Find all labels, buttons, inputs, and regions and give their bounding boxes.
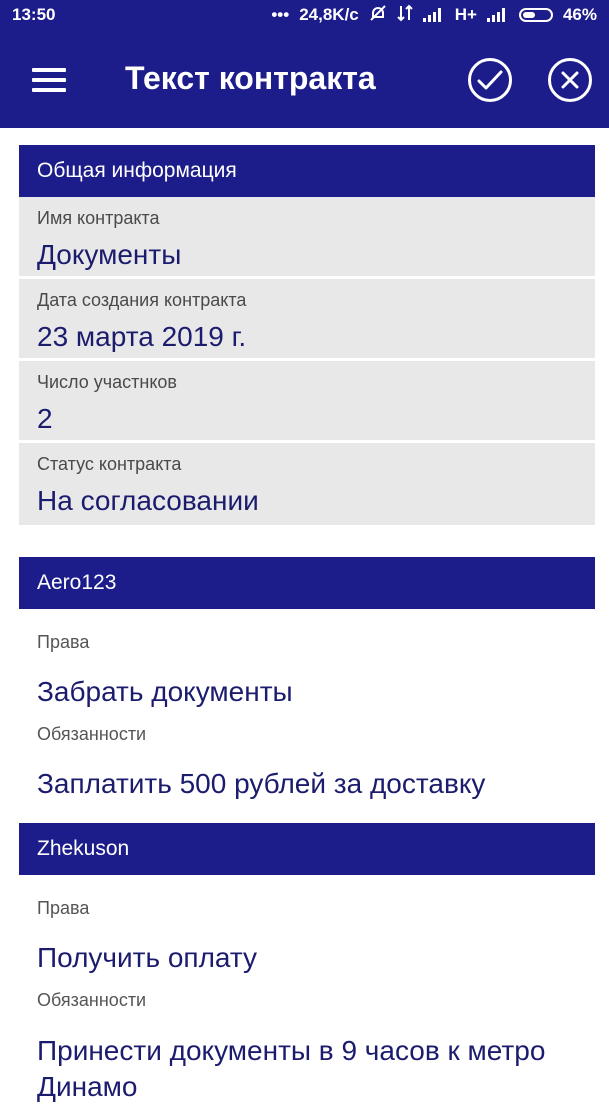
field-label: Дата создания контракта <box>37 290 247 310</box>
status-bar: 13:50 ••• 24,8K/c H+ 46% <box>0 0 609 30</box>
general-info-box: Имя контракта Документы Дата создания ко… <box>19 197 595 525</box>
field-label: Статус контракта <box>37 454 182 474</box>
duties-value: Заплатить 500 рублей за доставку <box>37 768 486 799</box>
network-speed: 24,8K/c <box>299 5 359 24</box>
rights-label: Права <box>37 898 90 918</box>
app-bar: Текст контракта <box>0 30 609 128</box>
section-general-header: Общая информация <box>19 145 595 197</box>
check-icon <box>477 70 503 90</box>
field-contract-status: Статус контракта На согласовании <box>19 443 595 525</box>
rights-value: Получить оплату <box>37 942 258 973</box>
field-creation-date: Дата создания контракта 23 марта 2019 г. <box>19 279 595 361</box>
signal-icon <box>486 6 509 25</box>
party-details: Права Забрать документы Обязанности Запл… <box>19 609 595 801</box>
field-value: Документы <box>37 239 182 270</box>
field-participants-count: Число участнков 2 <box>19 361 595 443</box>
status-icons: ••• 24,8K/c H+ 46% <box>271 4 597 27</box>
rights-label: Права <box>37 632 90 652</box>
battery-percent: 46% <box>562 5 597 24</box>
field-label: Число участнков <box>37 372 177 392</box>
battery-icon <box>518 8 553 22</box>
duties-label: Обязанности <box>37 990 147 1010</box>
network-type: H+ <box>454 5 477 24</box>
rights-value: Забрать документы <box>37 676 293 707</box>
signal-icon <box>422 6 445 25</box>
field-contract-name: Имя контракта Документы <box>19 197 595 279</box>
data-transfer-icon <box>397 4 413 27</box>
party-header: Aero123 <box>19 557 595 609</box>
field-value: 23 марта 2019 г. <box>37 321 247 352</box>
menu-icon[interactable] <box>32 68 66 92</box>
close-icon <box>561 71 579 89</box>
status-time: 13:50 <box>12 5 56 24</box>
alarm-off-icon <box>369 4 387 27</box>
duties-value: Принести документы в 9 часов к метро Дин… <box>37 1035 546 1102</box>
close-button[interactable] <box>548 58 592 102</box>
duties-label: Обязанности <box>37 724 147 744</box>
confirm-button[interactable] <box>468 58 512 102</box>
party-details: Права Получить оплату Обязанности Принес… <box>19 875 595 1105</box>
battery-fill <box>522 12 535 18</box>
page-title: Текст контракта <box>125 60 376 96</box>
field-label: Имя контракта <box>37 208 160 228</box>
more-dots-icon: ••• <box>271 5 290 24</box>
contract-content: Общая информация Имя контракта Документы… <box>19 145 595 1105</box>
party-header: Zhekuson <box>19 823 595 875</box>
field-value: На согласовании <box>37 485 259 516</box>
field-value: 2 <box>37 403 53 434</box>
